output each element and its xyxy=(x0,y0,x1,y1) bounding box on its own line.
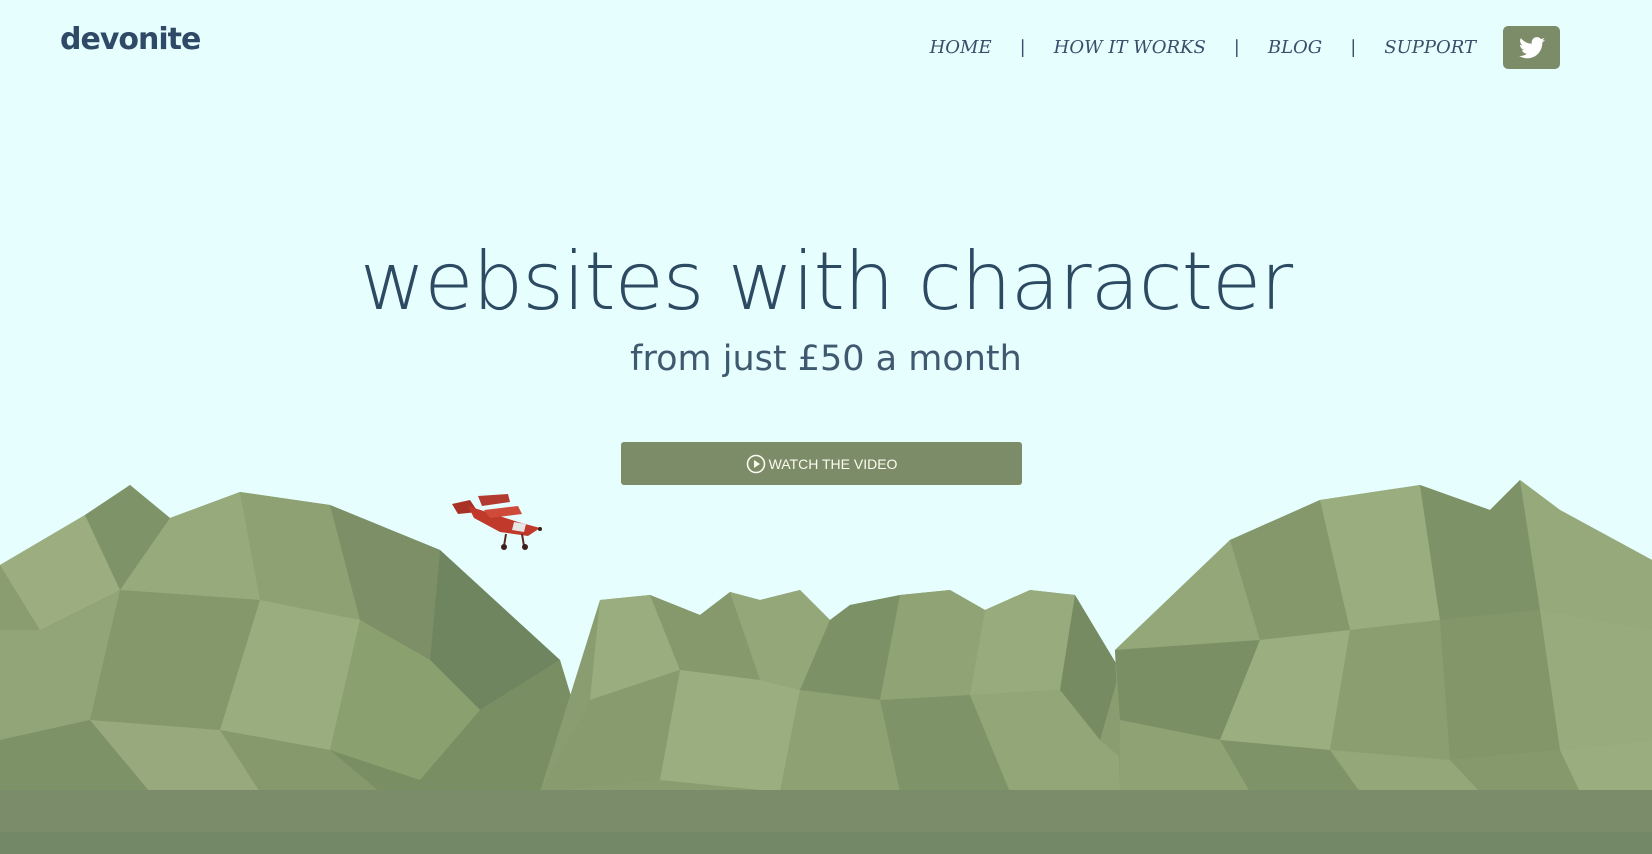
airplane-illustration xyxy=(452,494,542,550)
watch-video-label: WATCH THE VIDEO xyxy=(768,455,898,472)
nav-separator: | xyxy=(1019,37,1026,58)
nav-separator: | xyxy=(1350,37,1357,58)
play-circle-icon xyxy=(746,454,766,474)
ground-band xyxy=(0,790,1652,832)
hero-title: websites with character xyxy=(359,235,1293,328)
nav-blog[interactable]: BLOG xyxy=(1268,37,1322,58)
nav-how-it-works[interactable]: HOW IT WORKS xyxy=(1054,37,1206,58)
watch-video-button[interactable]: WATCH THE VIDEO xyxy=(621,442,1022,485)
ground-band-lower xyxy=(0,832,1652,854)
mountains-illustration xyxy=(0,480,1652,792)
twitter-button[interactable] xyxy=(1503,26,1560,69)
nav-support[interactable]: SUPPORT xyxy=(1384,37,1476,58)
nav-separator: | xyxy=(1233,37,1240,58)
hero-subtitle: from just £50 a month xyxy=(630,339,1022,379)
twitter-icon xyxy=(1518,36,1545,58)
brand-logo[interactable]: devonite xyxy=(60,22,201,57)
main-nav: HOME | HOW IT WORKS | BLOG | SUPPORT xyxy=(930,37,1476,58)
nav-home[interactable]: HOME xyxy=(930,37,992,58)
